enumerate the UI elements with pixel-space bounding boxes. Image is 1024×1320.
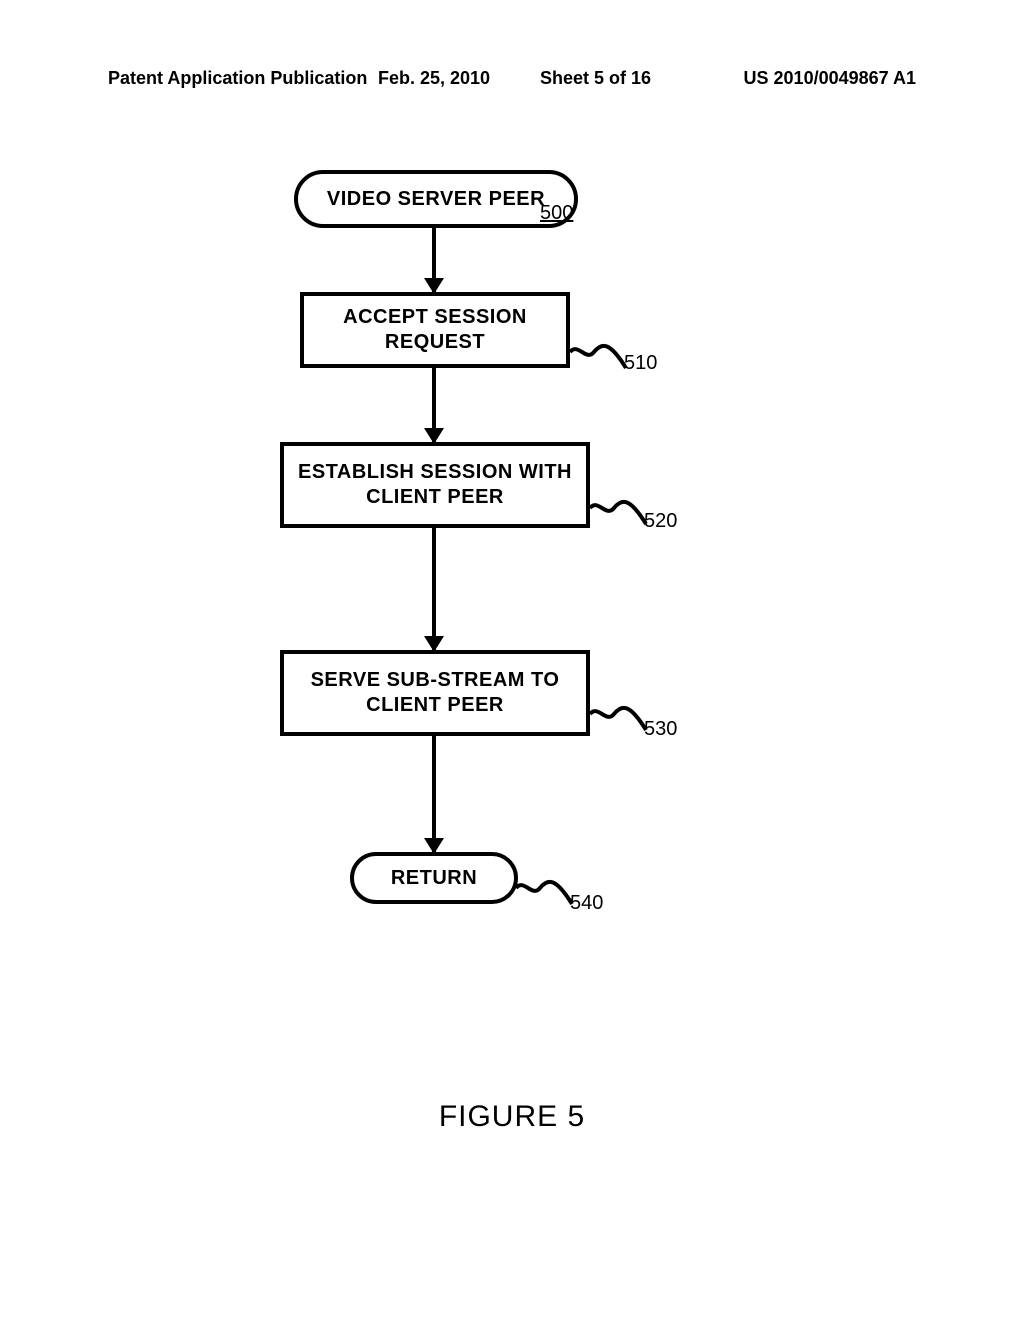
arrow-2: [432, 368, 436, 442]
flow-step-2-label: ESTABLISH SESSION WITH CLIENT PEER: [294, 460, 576, 510]
flow-end-terminal: RETURN: [350, 852, 518, 904]
flow-end-ref: 540: [570, 892, 603, 915]
flowchart-diagram: VIDEO SERVER PEER 500 ACCEPT SESSION REQ…: [0, 160, 1024, 1060]
flow-step-3-label: SERVE SUB-STREAM TO CLIENT PEER: [294, 668, 576, 718]
flow-step-3-ref: 530: [644, 718, 677, 741]
header-sheet: Sheet 5 of 16: [540, 68, 651, 89]
flow-step-3: SERVE SUB-STREAM TO CLIENT PEER: [280, 650, 590, 736]
flow-step-2: ESTABLISH SESSION WITH CLIENT PEER: [280, 442, 590, 528]
flow-step-1-label: ACCEPT SESSION REQUEST: [314, 305, 556, 355]
flow-start-label: VIDEO SERVER PEER: [327, 188, 545, 211]
arrow-1: [432, 228, 436, 292]
flow-step-1-ref: 510: [624, 352, 657, 375]
header-pubnumber: US 2010/0049867 A1: [744, 68, 916, 89]
squiggle-4: [514, 874, 574, 908]
squiggle-1: [568, 338, 628, 372]
header-publication: Patent Application Publication: [108, 68, 367, 89]
flow-step-1: ACCEPT SESSION REQUEST: [300, 292, 570, 368]
flow-start-terminal: VIDEO SERVER PEER: [294, 170, 578, 228]
arrow-4: [432, 736, 436, 852]
header-date: Feb. 25, 2010: [378, 68, 490, 89]
figure-caption: FIGURE 5: [0, 1100, 1024, 1134]
squiggle-3: [588, 700, 648, 734]
flow-end-label: RETURN: [391, 867, 477, 890]
page-header: Patent Application Publication Feb. 25, …: [0, 68, 1024, 89]
flow-start-ref: 500: [540, 202, 573, 225]
flow-step-2-ref: 520: [644, 510, 677, 533]
arrow-3: [432, 528, 436, 650]
squiggle-2: [588, 494, 648, 528]
